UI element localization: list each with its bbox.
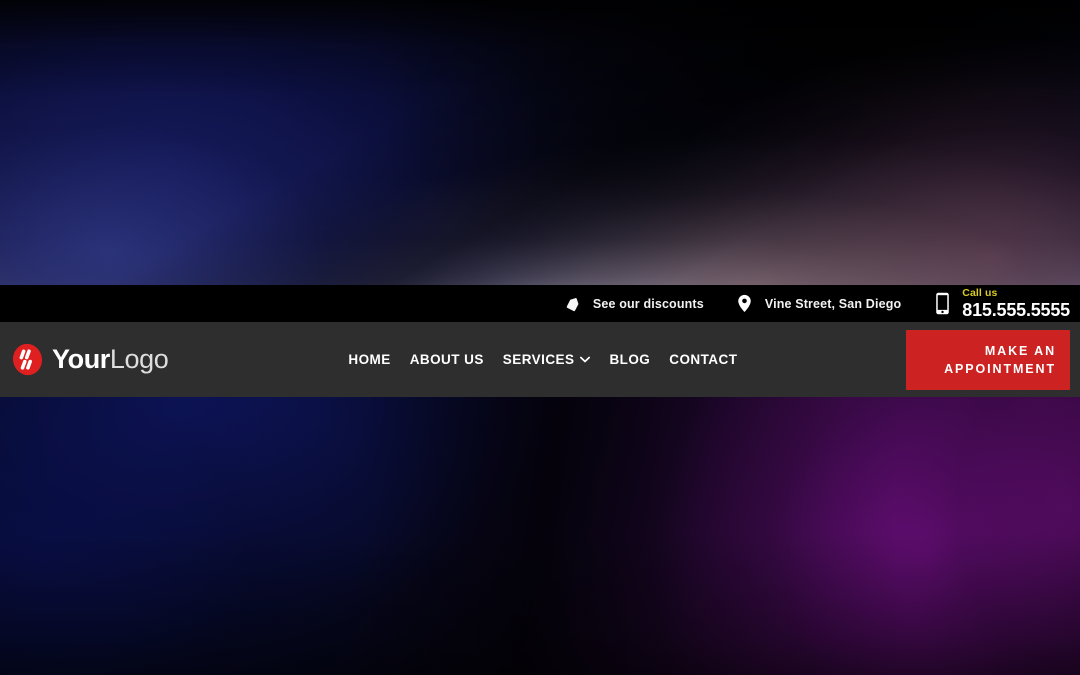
logo-mark-icon: [11, 343, 44, 376]
brand-name-bold: Your: [52, 344, 110, 374]
address-item[interactable]: Vine Street, San Diego: [734, 285, 901, 322]
map-pin-icon: [734, 294, 756, 313]
mobile-phone-icon: [931, 292, 953, 315]
nav-item-about-us[interactable]: ABOUT US: [410, 352, 484, 367]
phone-number[interactable]: 815.555.5555: [962, 301, 1070, 319]
phone-text-block: Call us 815.555.5555: [962, 288, 1070, 319]
nav-item-services[interactable]: SERVICES: [503, 352, 591, 367]
nav-item-about-us-label: ABOUT US: [409, 352, 484, 367]
hero-background-top: [0, 0, 1080, 285]
tag-icon: [562, 295, 584, 312]
nav-item-home[interactable]: HOME: [348, 352, 390, 367]
nav-item-services-label: SERVICES: [502, 352, 575, 367]
hero-background-bottom: [0, 397, 1080, 675]
discounts-link[interactable]: See our discounts: [562, 285, 704, 322]
hero-top-fade: [0, 0, 1080, 285]
nav-item-contact-label: CONTACT: [669, 352, 738, 367]
make-an-appointment-button[interactable]: MAKE AN APPOINTMENT: [906, 330, 1070, 390]
top-info-bar: See our discounts Vine Street, San Diego: [0, 285, 1080, 322]
cta-line-1: MAKE AN: [984, 343, 1056, 358]
nav-links: HOME ABOUT US SERVICES BLOG CONTACT: [348, 352, 737, 367]
nav-item-home-label: HOME: [348, 352, 391, 367]
nav-item-contact[interactable]: CONTACT: [669, 352, 737, 367]
discounts-label: See our discounts: [592, 296, 704, 311]
page-root: See our discounts Vine Street, San Diego: [0, 0, 1080, 675]
cta-line-2: APPOINTMENT: [944, 362, 1056, 376]
brand-name-light: Logo: [109, 344, 169, 374]
chevron-down-icon: [580, 356, 591, 363]
brand-logo[interactable]: YourLogo: [11, 322, 169, 397]
nav-item-blog[interactable]: BLOG: [609, 352, 650, 367]
brand-text: YourLogo: [52, 344, 169, 374]
nav-item-blog-label: BLOG: [609, 352, 651, 367]
call-us-label: Call us: [962, 287, 998, 300]
top-info-bar-items: See our discounts Vine Street, San Diego: [562, 285, 1070, 322]
phone-item[interactable]: Call us 815.555.5555: [931, 285, 1070, 322]
address-label: Vine Street, San Diego: [764, 296, 902, 311]
hero-bottom-fade: [0, 397, 1080, 675]
